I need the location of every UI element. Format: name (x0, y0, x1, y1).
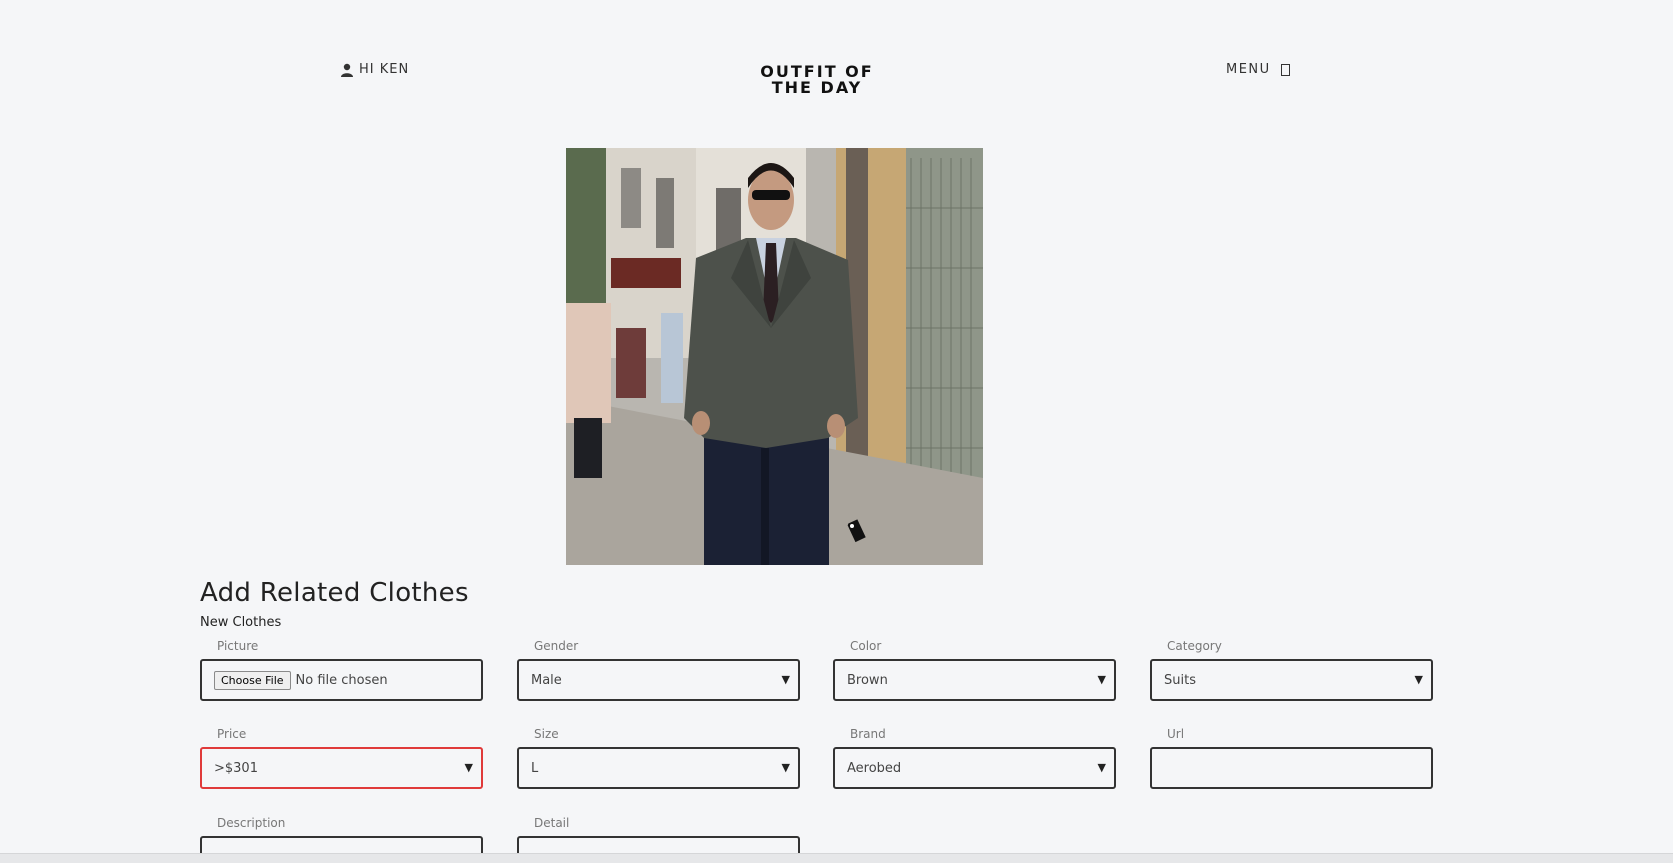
brand-line-2: THE DAY (771, 78, 863, 97)
color-field: Color Brown ▼ (833, 639, 1116, 701)
size-value: L (531, 760, 539, 776)
size-field: Size L ▼ (517, 727, 800, 789)
user-greeting[interactable]: HI KEN (340, 62, 409, 77)
chevron-down-icon: ▼ (1097, 673, 1106, 686)
menu-icon (1280, 63, 1290, 76)
url-label: Url (1167, 727, 1185, 741)
brand-select[interactable]: Aerobed ▼ (833, 747, 1116, 789)
size-select[interactable]: L ▼ (517, 747, 800, 789)
detail-label: Detail (534, 816, 570, 830)
brand-field: Brand Aerobed ▼ (833, 727, 1116, 789)
user-icon (341, 63, 353, 77)
price-select[interactable]: >$301 ▼ (200, 747, 483, 789)
gender-label: Gender (534, 639, 579, 653)
price-field: Price >$301 ▼ (200, 727, 483, 789)
description-label: Description (217, 816, 286, 830)
picture-field: Picture Choose File No file chosen (200, 639, 483, 701)
horizontal-scrollbar[interactable] (0, 853, 1673, 863)
greeting-text: HI KEN (359, 62, 410, 77)
menu-label: MENU (1226, 62, 1271, 77)
chevron-down-icon: ▼ (464, 761, 473, 774)
price-value: >$301 (214, 760, 258, 776)
brand-value: Aerobed (847, 760, 902, 776)
gender-select[interactable]: Male ▼ (517, 659, 800, 701)
color-select[interactable]: Brown ▼ (833, 659, 1116, 701)
size-label: Size (534, 727, 559, 741)
section-subtitle: New Clothes (200, 615, 282, 630)
outfit-photo-illustration (566, 148, 983, 565)
menu-button[interactable]: MENU (1226, 62, 1290, 77)
url-field: Url (1150, 727, 1433, 789)
category-label: Category (1167, 639, 1222, 653)
color-label: Color (850, 639, 882, 653)
chevron-down-icon: ▼ (781, 673, 790, 686)
choose-file-button[interactable]: Choose File (214, 670, 291, 690)
url-input[interactable] (1150, 747, 1433, 789)
site-logo[interactable]: OUTFIT OF THE DAY (740, 64, 894, 96)
chevron-down-icon: ▼ (1414, 673, 1423, 686)
section-title: Add Related Clothes (200, 578, 469, 608)
file-status: No file chosen (295, 672, 388, 688)
category-select[interactable]: Suits ▼ (1150, 659, 1433, 701)
chevron-down-icon: ▼ (1097, 761, 1106, 774)
color-value: Brown (847, 672, 888, 688)
tag-icon[interactable] (843, 518, 871, 546)
chevron-down-icon: ▼ (781, 761, 790, 774)
price-label: Price (217, 727, 247, 741)
category-value: Suits (1164, 672, 1196, 688)
gender-value: Male (531, 672, 562, 688)
outfit-photo (566, 148, 983, 565)
brand-label: Brand (850, 727, 886, 741)
picture-file-input[interactable]: Choose File No file chosen (200, 659, 483, 701)
gender-field: Gender Male ▼ (517, 639, 800, 701)
category-field: Category Suits ▼ (1150, 639, 1433, 701)
site-header: HI KEN OUTFIT OF THE DAY MENU (0, 0, 1673, 130)
picture-label: Picture (217, 639, 259, 653)
